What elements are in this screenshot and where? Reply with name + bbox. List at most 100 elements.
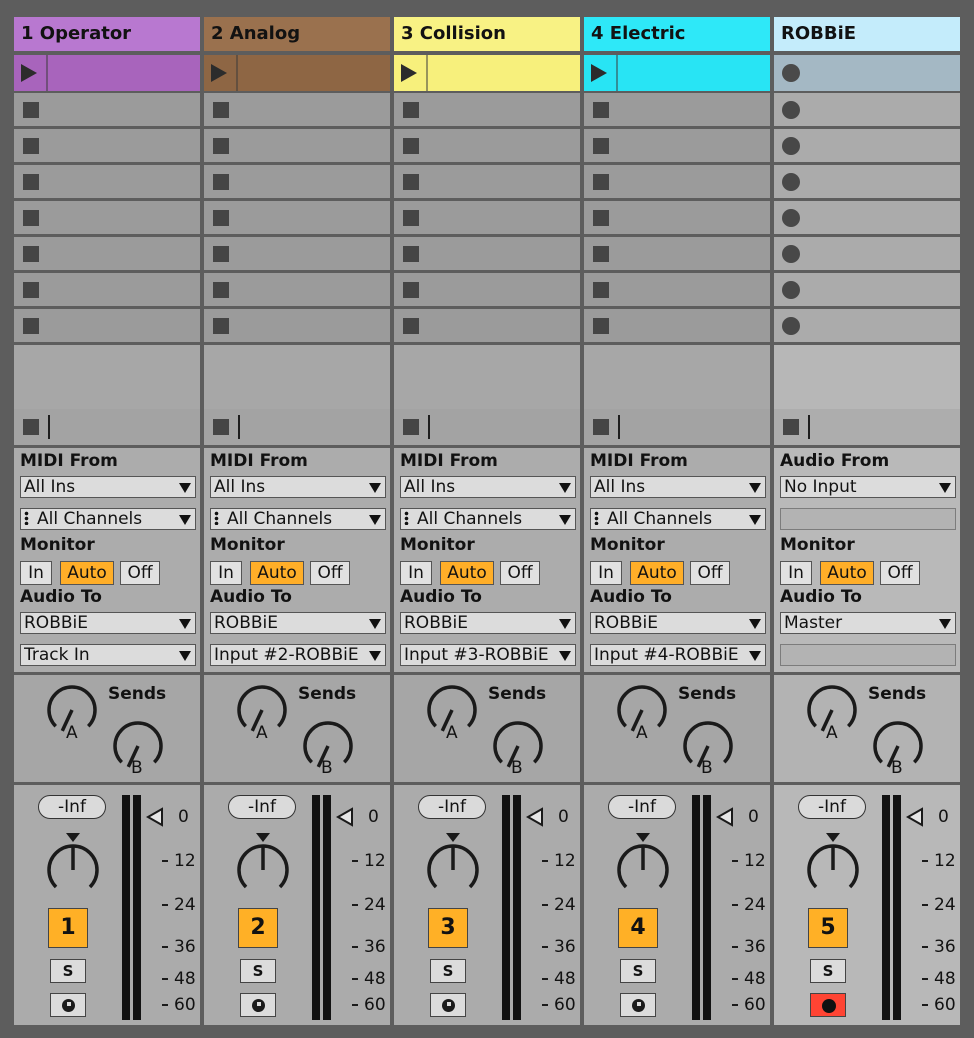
- stop-square-icon[interactable]: [593, 138, 609, 154]
- pan-knob[interactable]: [425, 842, 481, 898]
- clip-slot[interactable]: [394, 165, 580, 198]
- track-activator-button[interactable]: 4: [618, 908, 658, 948]
- clip-slot[interactable]: [14, 165, 200, 198]
- monitor-auto-button[interactable]: Auto: [820, 561, 874, 585]
- input-dropdown[interactable]: All Ins: [20, 476, 196, 498]
- monitor-auto-button[interactable]: Auto: [60, 561, 114, 585]
- stop-square-icon[interactable]: [213, 282, 229, 298]
- clip-slot[interactable]: [204, 309, 390, 342]
- clip-slot[interactable]: [584, 237, 770, 270]
- clip-slot[interactable]: [584, 165, 770, 198]
- monitor-off-button[interactable]: Off: [120, 561, 160, 585]
- clip-slot[interactable]: [774, 309, 960, 342]
- peak-triangle-icon[interactable]: [715, 807, 733, 827]
- volume-field[interactable]: -Inf: [228, 795, 296, 819]
- stop-square-icon[interactable]: [213, 210, 229, 226]
- clip-slot[interactable]: [204, 273, 390, 306]
- output-dropdown[interactable]: ROBBiE: [20, 612, 196, 634]
- record-circle-icon[interactable]: [782, 209, 800, 227]
- clip-slot[interactable]: [14, 129, 200, 162]
- pan-knob[interactable]: [805, 842, 861, 898]
- channel-dropdown[interactable]: All Channels: [210, 508, 386, 530]
- track-activator-button[interactable]: 5: [808, 908, 848, 948]
- stop-square-icon[interactable]: [213, 246, 229, 262]
- input-dropdown[interactable]: All Ins: [590, 476, 766, 498]
- monitor-in-button[interactable]: In: [210, 561, 242, 585]
- output-dropdown[interactable]: ROBBiE: [590, 612, 766, 634]
- stop-square-icon[interactable]: [23, 102, 39, 118]
- clip-slot[interactable]: [774, 93, 960, 126]
- clip-slot[interactable]: [774, 165, 960, 198]
- stop-all-clips-icon[interactable]: [593, 419, 609, 435]
- clip-slot[interactable]: [584, 201, 770, 234]
- record-circle-icon[interactable]: [782, 137, 800, 155]
- clip-slot[interactable]: [774, 273, 960, 306]
- play-triangle-icon[interactable]: [211, 64, 227, 82]
- stop-square-icon[interactable]: [23, 138, 39, 154]
- stop-square-icon[interactable]: [403, 318, 419, 334]
- track-title[interactable]: 1 Operator: [14, 17, 200, 51]
- stop-all-clips-icon[interactable]: [213, 419, 229, 435]
- stop-square-icon[interactable]: [403, 246, 419, 262]
- solo-button[interactable]: S: [430, 959, 466, 983]
- monitor-input-button[interactable]: [620, 993, 656, 1017]
- clip-slot[interactable]: [14, 237, 200, 270]
- clip-slot[interactable]: [204, 93, 390, 126]
- stop-square-icon[interactable]: [403, 174, 419, 190]
- stop-square-icon[interactable]: [403, 282, 419, 298]
- track-activator-button[interactable]: 2: [238, 908, 278, 948]
- monitor-off-button[interactable]: Off: [500, 561, 540, 585]
- monitor-in-button[interactable]: In: [20, 561, 52, 585]
- stop-square-icon[interactable]: [593, 282, 609, 298]
- clip-slot[interactable]: [14, 93, 200, 126]
- stop-all-clips-icon[interactable]: [783, 419, 799, 435]
- volume-field[interactable]: -Inf: [608, 795, 676, 819]
- record-circle-icon[interactable]: [782, 245, 800, 263]
- monitor-in-button[interactable]: In: [400, 561, 432, 585]
- stop-square-icon[interactable]: [593, 174, 609, 190]
- stop-square-icon[interactable]: [213, 138, 229, 154]
- clip-slot[interactable]: [204, 237, 390, 270]
- stop-square-icon[interactable]: [593, 318, 609, 334]
- input-dropdown[interactable]: All Ins: [210, 476, 386, 498]
- track-title[interactable]: 2 Analog: [204, 17, 390, 51]
- record-circle-icon[interactable]: [782, 101, 800, 119]
- clip-slot[interactable]: [774, 201, 960, 234]
- stop-square-icon[interactable]: [213, 174, 229, 190]
- input-dropdown[interactable]: No Input: [780, 476, 956, 498]
- play-triangle-icon[interactable]: [591, 64, 607, 82]
- channel-dropdown[interactable]: All Channels: [20, 508, 196, 530]
- pan-knob[interactable]: [45, 842, 101, 898]
- clip-slot[interactable]: [394, 309, 580, 342]
- stop-square-icon[interactable]: [593, 246, 609, 262]
- clip-record-icon[interactable]: [782, 64, 800, 82]
- play-triangle-icon[interactable]: [401, 64, 417, 82]
- track-title[interactable]: ROBBiE: [774, 17, 960, 51]
- peak-triangle-icon[interactable]: [145, 807, 163, 827]
- clip-slot[interactable]: [394, 129, 580, 162]
- monitor-auto-button[interactable]: Auto: [250, 561, 304, 585]
- monitor-in-button[interactable]: In: [780, 561, 812, 585]
- solo-button[interactable]: S: [620, 959, 656, 983]
- clip-slot[interactable]: [584, 93, 770, 126]
- clip-slot[interactable]: [394, 201, 580, 234]
- output-channel-dropdown[interactable]: Input #3-ROBBiE: [400, 644, 576, 666]
- clip-slot[interactable]: [394, 237, 580, 270]
- output-dropdown[interactable]: ROBBiE: [210, 612, 386, 634]
- stop-square-icon[interactable]: [593, 102, 609, 118]
- pan-knob[interactable]: [615, 842, 671, 898]
- stop-all-clips-icon[interactable]: [23, 419, 39, 435]
- clip-slot[interactable]: [204, 165, 390, 198]
- track-title[interactable]: 3 Collision: [394, 17, 580, 51]
- monitor-input-button[interactable]: [50, 993, 86, 1017]
- stop-all-clips-icon[interactable]: [403, 419, 419, 435]
- solo-button[interactable]: S: [240, 959, 276, 983]
- solo-button[interactable]: S: [50, 959, 86, 983]
- channel-dropdown[interactable]: All Channels: [590, 508, 766, 530]
- output-channel-dropdown[interactable]: Track In: [20, 644, 196, 666]
- monitor-off-button[interactable]: Off: [310, 561, 350, 585]
- stop-square-icon[interactable]: [213, 102, 229, 118]
- stop-square-icon[interactable]: [593, 210, 609, 226]
- record-circle-icon[interactable]: [782, 317, 800, 335]
- stop-square-icon[interactable]: [23, 210, 39, 226]
